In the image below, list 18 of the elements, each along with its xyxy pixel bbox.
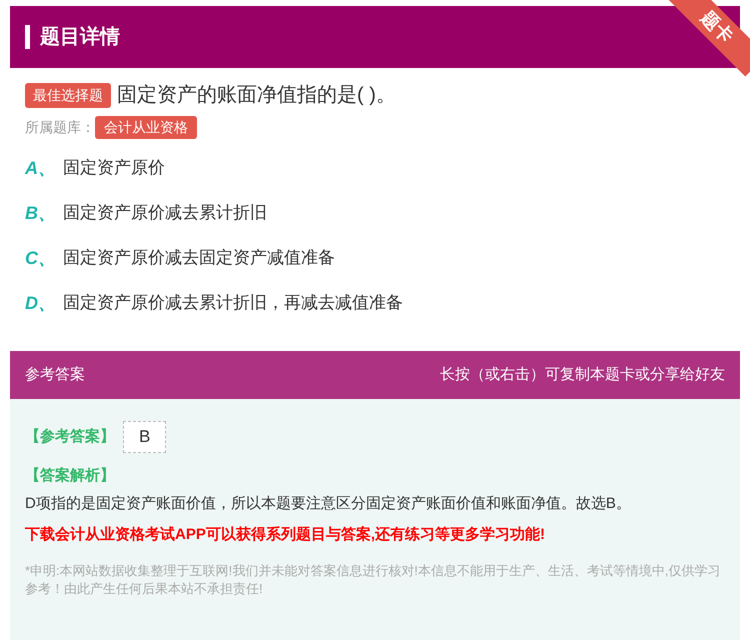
question-text: 固定资产的账面净值指的是( )。	[117, 83, 396, 108]
section-title: 题目详情	[40, 24, 120, 50]
answer-option[interactable]: C、 固定资产原价减去固定资产减值准备	[25, 247, 725, 269]
promo-text: 下载会计从业资格考试APP可以获得系列题目与答案,还有练习等更多学习功能!	[25, 524, 546, 544]
answer-option[interactable]: A、 固定资产原价	[25, 157, 725, 179]
question-type-badge: 最佳选择题	[25, 82, 111, 108]
disclaimer-text: *申明:本网站数据收集整理于互联网!我们并未能对答案信息进行核对!本信息不能用于生产、生活、考试等情境中,仅供学习参考！由此产生任何后果本站不承担责任!	[25, 562, 722, 598]
answer-option[interactable]: D、 固定资产原价减去累计折旧，再减去减值准备	[25, 292, 725, 314]
analysis-label: 【答案解析】	[25, 466, 116, 486]
bank-tag: 会计从业资格	[95, 116, 197, 139]
answer-value: B	[123, 421, 166, 452]
analysis-text: D项指的是固定资产账面价值，所以本题要注意区分固定资产账面价值和账面净值。故选B。	[25, 494, 632, 514]
answer-option[interactable]: B、 固定资产原价减去累计折旧	[25, 202, 725, 224]
answer-title: 参考答案	[25, 364, 85, 385]
answer-label: 【参考答案】	[25, 426, 115, 446]
bank-label: 所属题库：	[25, 118, 95, 137]
share-hint: 长按（或右击）可复制本题卡或分享给好友	[440, 364, 725, 385]
title-accent-bar	[25, 25, 30, 49]
